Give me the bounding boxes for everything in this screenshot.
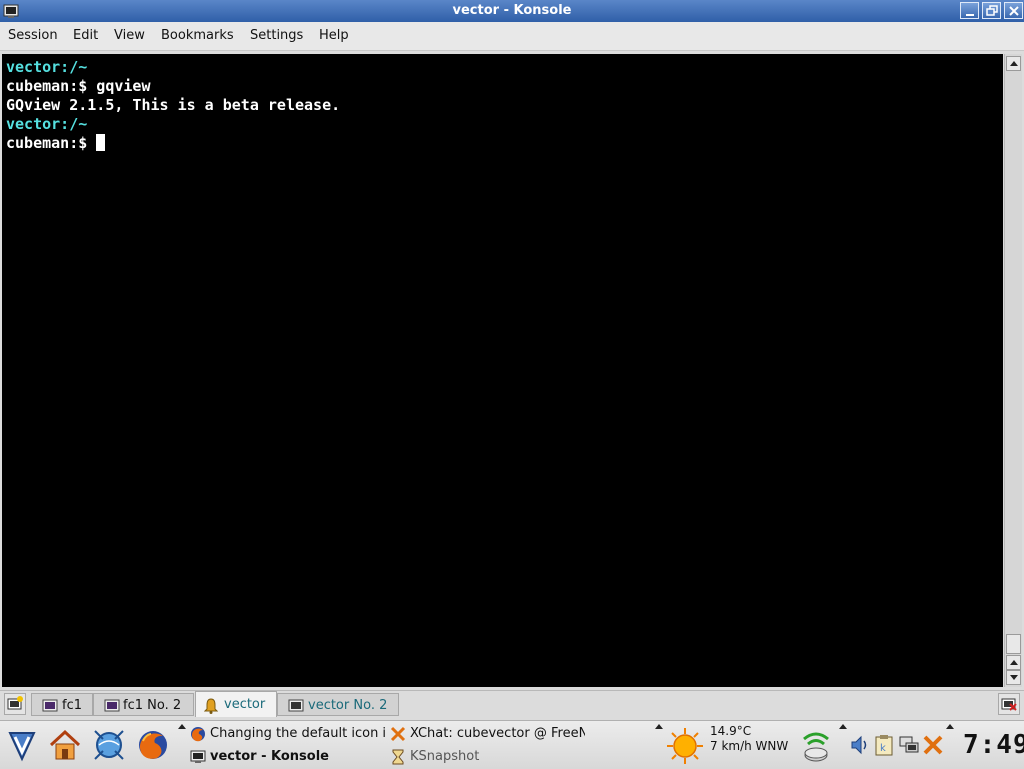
restore-icon xyxy=(986,5,998,16)
minimize-icon xyxy=(966,14,974,16)
bell-icon xyxy=(204,698,218,714)
firefox-icon[interactable] xyxy=(135,727,171,763)
hourglass-icon xyxy=(392,749,404,765)
session-tab-vector-no2[interactable]: vector No. 2 xyxy=(277,693,399,716)
firefox-icon xyxy=(191,727,205,742)
terminal-area[interactable]: vector:/~ cubeman:$ gqview GQview 2.1.5,… xyxy=(2,54,1003,687)
task-label: vector - Konsole xyxy=(210,749,329,764)
session-tab-fc1[interactable]: fc1 xyxy=(31,693,93,716)
terminal-line: vector:/~ xyxy=(6,115,88,133)
task-label: KSnapshot xyxy=(410,749,480,764)
close-icon xyxy=(1009,6,1019,16)
task-ksnapshot[interactable]: KSnapshot xyxy=(390,749,585,767)
scroll-thumb[interactable] xyxy=(1006,634,1021,654)
svg-text:k: k xyxy=(880,743,886,754)
sun-icon[interactable] xyxy=(665,726,705,766)
tray-arrow[interactable] xyxy=(839,724,847,729)
wireless-icon[interactable] xyxy=(800,729,832,763)
tab-label: fc1 xyxy=(62,698,82,713)
menubar: Session Edit View Bookmarks Settings Hel… xyxy=(0,22,1024,51)
menu-bookmarks[interactable]: Bookmarks xyxy=(161,28,234,43)
clock[interactable]: 7:49 xyxy=(963,728,1024,762)
menu-session[interactable]: Session xyxy=(8,28,58,43)
close-session-icon xyxy=(1001,698,1017,711)
network-icon[interactable] xyxy=(898,734,920,756)
menu-settings[interactable]: Settings xyxy=(250,28,303,43)
session-tabbar: fc1 fc1 No. 2 vector vector No. 2 xyxy=(0,690,1024,719)
text-cursor xyxy=(96,134,106,151)
terminal-line: GQview 2.1.5, This is a beta release. xyxy=(6,96,341,114)
scroll-up-button-bottom[interactable] xyxy=(1006,655,1021,670)
menu-help[interactable]: Help xyxy=(319,28,349,43)
window-title: vector - Konsole xyxy=(452,3,572,18)
new-session-icon xyxy=(7,696,23,710)
terminal-scrollbar[interactable] xyxy=(1004,54,1022,687)
volume-icon[interactable] xyxy=(850,735,870,755)
terminal-icon xyxy=(42,699,58,712)
close-session-button[interactable] xyxy=(998,693,1020,715)
xchat-icon xyxy=(390,726,406,742)
tab-label: fc1 No. 2 xyxy=(123,698,182,713)
terminal-prompt: cubeman:$ xyxy=(6,134,97,152)
session-tab-vector[interactable]: vector xyxy=(195,691,277,717)
menu-edit[interactable]: Edit xyxy=(73,28,98,43)
weather-temperature: 14.9°C xyxy=(710,724,752,738)
terminal-line: vector:/~ xyxy=(6,58,88,76)
kde-panel: Changing the default icon i XChat: cubev… xyxy=(0,720,1024,769)
task-konsole[interactable]: vector - Konsole xyxy=(190,749,385,767)
menu-view[interactable]: View xyxy=(114,28,145,43)
tools-icon[interactable] xyxy=(922,734,944,756)
weather-applet-arrow[interactable] xyxy=(655,724,663,729)
terminal-prompt-line: cubeman:$ xyxy=(6,134,1003,153)
arrow-up-icon xyxy=(1010,660,1018,665)
konsole-icon xyxy=(190,750,206,763)
arrow-up-icon xyxy=(1010,61,1018,66)
task-label: Changing the default icon i xyxy=(210,726,385,741)
tab-label: vector xyxy=(224,697,266,712)
session-tab-fc1-no2[interactable]: fc1 No. 2 xyxy=(93,693,194,716)
kde-globe-icon[interactable] xyxy=(91,727,127,763)
new-session-button[interactable] xyxy=(4,693,26,715)
scroll-down-button[interactable] xyxy=(1006,670,1021,685)
minimize-button[interactable] xyxy=(960,2,979,19)
tab-label: vector No. 2 xyxy=(308,698,388,713)
terminal-line: cubeman:$ gqview xyxy=(6,77,151,95)
terminal-icon xyxy=(288,699,304,712)
close-button[interactable] xyxy=(1004,2,1023,19)
clock-arrow[interactable] xyxy=(946,724,954,729)
arrow-down-icon xyxy=(1010,675,1018,680)
terminal-icon xyxy=(104,699,120,712)
task-firefox[interactable]: Changing the default icon i xyxy=(190,726,385,744)
taskbar-scroll-arrow[interactable] xyxy=(178,724,186,729)
klipper-icon[interactable]: k xyxy=(874,734,894,756)
home-icon[interactable] xyxy=(47,727,83,763)
restore-button[interactable] xyxy=(982,2,1001,19)
weather-wind: 7 km/h WNW xyxy=(710,739,789,753)
scroll-up-button[interactable] xyxy=(1006,56,1021,71)
window-titlebar[interactable]: vector - Konsole xyxy=(0,0,1024,22)
task-xchat[interactable]: XChat: cubevector @ FreeN xyxy=(390,726,585,744)
kmenu-icon[interactable] xyxy=(4,727,40,763)
task-label: XChat: cubevector @ FreeN xyxy=(410,726,585,741)
